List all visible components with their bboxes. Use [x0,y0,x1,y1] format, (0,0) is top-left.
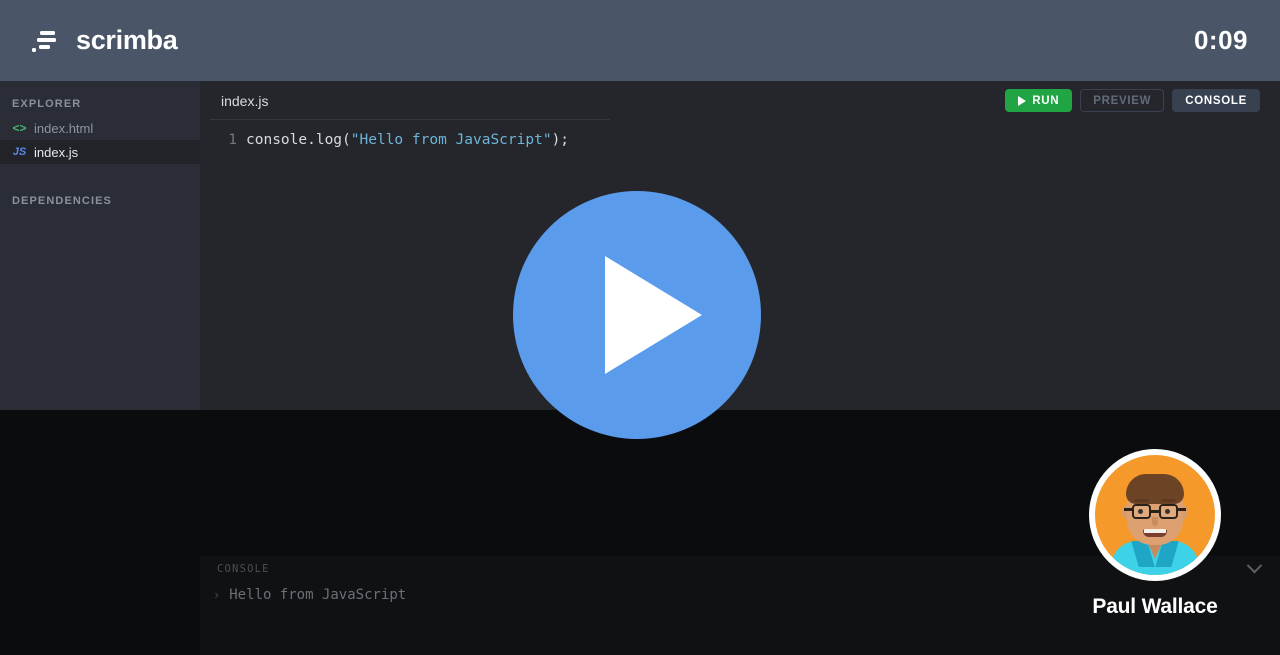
tab-index-js[interactable]: index.js [200,93,268,109]
editor-toolbar: RUN PREVIEW CONSOLE [1005,81,1260,120]
app-header: scrimba 0:09 [0,0,1280,81]
console-output-text: Hello from JavaScript [229,587,407,603]
play-button-icon[interactable] [513,191,761,439]
line-number: 1 [228,132,237,148]
scrimba-app: scrimba 0:09 EXPLORER <> index.html JS i… [0,0,1280,655]
run-button[interactable]: RUN [1005,89,1073,112]
presenter-avatar [1095,455,1215,575]
recording-timer: 0:09 [1193,25,1248,55]
sidebar-item-index-html[interactable]: <> index.html [0,116,200,140]
play-triangle-icon [605,256,702,374]
presenter-name: Paul Wallace [1092,595,1218,618]
sidebar-item-index-js[interactable]: JS index.js [0,140,200,164]
run-button-label: RUN [1032,94,1060,107]
console-caret-icon: › [213,588,221,602]
scrimba-logo-icon [32,29,64,53]
html-file-icon: <> [12,121,27,135]
chevron-down-icon[interactable] [1246,557,1263,574]
tab-underline [210,119,610,120]
console-title: CONSOLE [217,562,270,575]
code-token-suffix: ); [551,132,570,148]
js-file-icon: JS [12,145,27,158]
code-line: 1 console.log("Hello from JavaScript"); [200,129,1280,151]
sidebar-item-label: index.js [34,144,79,160]
preview-button[interactable]: PREVIEW [1080,89,1165,112]
play-icon [1018,95,1027,106]
dependencies-section-title: DEPENDENCIES [12,195,112,207]
code-area[interactable]: 1 console.log("Hello from JavaScript"); [200,120,1280,151]
presenter: Paul Wallace [1075,449,1235,619]
code-token-string: "Hello from JavaScript" [350,132,552,148]
brand[interactable]: scrimba [32,25,178,56]
sidebar-item-label: index.html [34,120,94,136]
file-explorer-sidebar: EXPLORER <> index.html JS index.js DEPEN… [0,81,200,410]
code-token-call: console.log( [246,132,351,148]
avatar [1089,449,1221,581]
editor-tab-bar: index.js RUN PREVIEW CONSOLE [200,81,1280,120]
brand-name: scrimba [76,25,178,55]
explorer-section-title: EXPLORER [12,98,82,110]
console-button[interactable]: CONSOLE [1172,89,1260,112]
